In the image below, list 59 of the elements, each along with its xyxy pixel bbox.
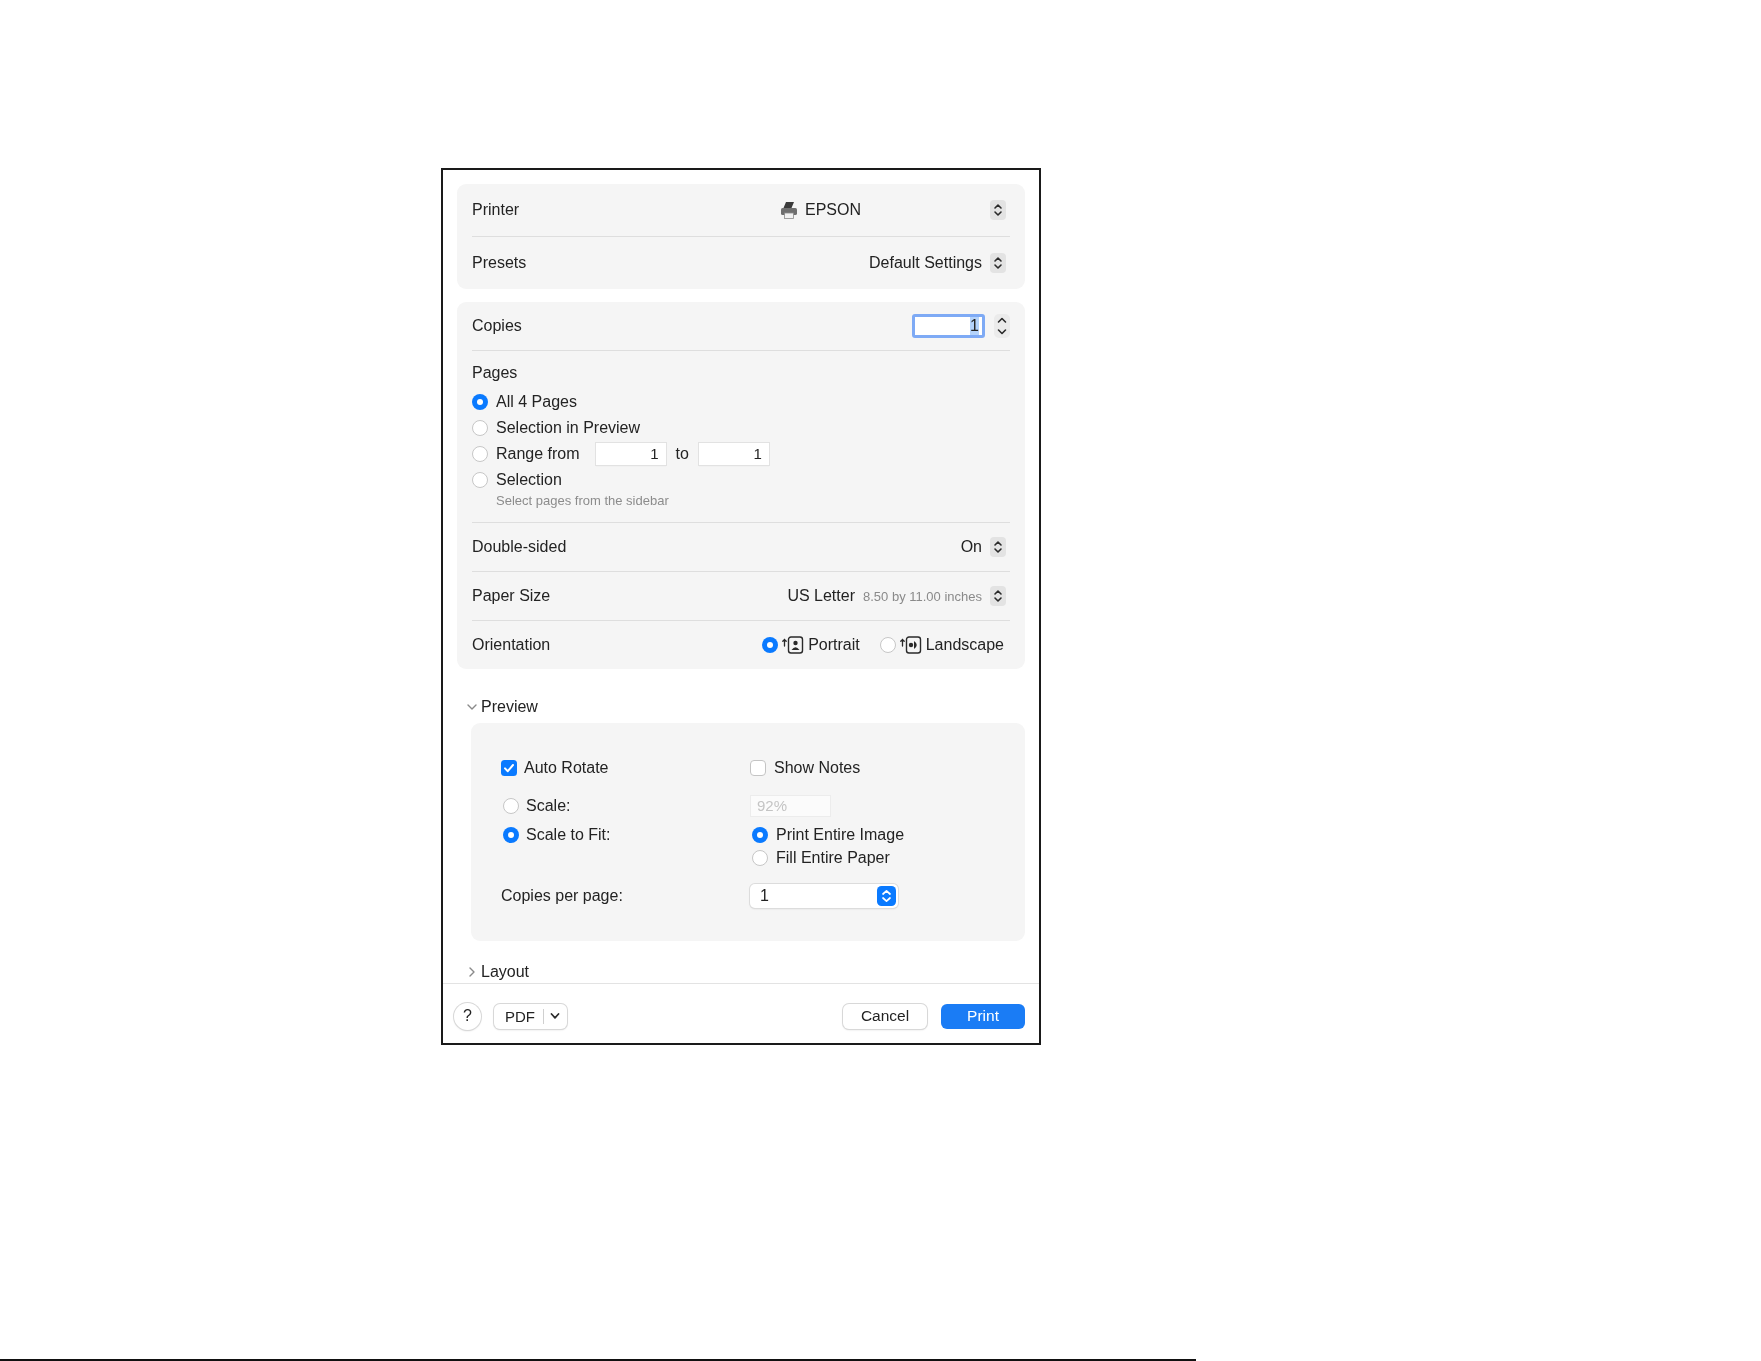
checkbox[interactable] xyxy=(750,760,766,776)
radio-label: Landscape xyxy=(925,636,1004,654)
print-button[interactable]: Print xyxy=(941,1003,1025,1029)
hint-text: Select pages from the sidebar xyxy=(496,493,669,508)
up-down-chevron-icon xyxy=(877,886,896,906)
copies-field[interactable]: 1 xyxy=(912,314,985,338)
radio-label: Portrait xyxy=(808,636,860,654)
paper-size-label: Paper Size xyxy=(472,587,551,605)
copies-per-page-label: Copies per page: xyxy=(501,887,623,905)
cancel-button[interactable]: Cancel xyxy=(843,1003,927,1029)
double-sided-popup[interactable]: On xyxy=(960,537,1006,557)
portrait-orientation-icon xyxy=(782,636,805,654)
range-from-field[interactable]: 1 xyxy=(595,443,666,465)
presets-label: Presets xyxy=(472,254,527,272)
radio-label: Scale to Fit: xyxy=(526,826,611,844)
checkbox[interactable] xyxy=(501,760,517,776)
copies-per-page-popup[interactable]: 1 xyxy=(750,884,898,908)
pdf-menu-button[interactable]: PDF xyxy=(494,1003,567,1029)
up-down-chevron-icon xyxy=(990,537,1006,557)
range-to-field[interactable]: 1 xyxy=(698,443,769,465)
radio-label: Selection in Preview xyxy=(496,419,641,437)
pages-label: Pages xyxy=(472,364,518,381)
up-down-chevron-icon xyxy=(997,317,1007,335)
radio-label: Print Entire Image xyxy=(776,826,905,844)
radio-button[interactable] xyxy=(472,472,488,488)
up-down-chevron-icon xyxy=(990,200,1006,220)
caret-icon xyxy=(550,1012,560,1020)
presets-popup[interactable]: Default Settings xyxy=(869,253,1006,273)
radio-button[interactable] xyxy=(472,420,488,436)
radio-label: All 4 Pages xyxy=(496,393,577,411)
help-button[interactable]: ? xyxy=(454,1002,481,1030)
printer-icon xyxy=(780,201,798,219)
landscape-orientation-icon xyxy=(899,636,922,654)
radio-button[interactable] xyxy=(472,394,488,410)
checkbox-label: Auto Rotate xyxy=(524,759,609,777)
radio-button[interactable] xyxy=(503,827,519,843)
layout-disclosure[interactable]: Layout xyxy=(467,962,530,982)
paper-dimensions: 8.50 by 11.00 inches xyxy=(863,588,982,604)
radio-button[interactable] xyxy=(879,637,896,653)
printer-popup[interactable]: EPSON xyxy=(780,200,1006,220)
checkbox-label: Show Notes xyxy=(774,759,861,777)
paper-size-popup[interactable]: US Letter 8.50 by 11.00 inches xyxy=(787,586,1006,606)
up-down-chevron-icon xyxy=(990,253,1006,273)
up-down-chevron-icon xyxy=(990,586,1006,606)
radio-button[interactable] xyxy=(752,827,768,843)
radio-label: Fill Entire Paper xyxy=(776,849,890,867)
copies-label: Copies xyxy=(472,317,522,335)
double-sided-label: Double-sided xyxy=(472,538,567,556)
range-to-label: to xyxy=(675,445,689,463)
preview-disclosure[interactable]: Preview xyxy=(467,697,538,717)
radio-button[interactable] xyxy=(472,446,488,462)
radio-button[interactable] xyxy=(762,637,779,653)
radio-button[interactable] xyxy=(752,850,768,866)
radio-label: Scale: xyxy=(526,797,571,815)
radio-label: Range from xyxy=(496,445,580,463)
orientation-label: Orientation xyxy=(472,636,551,654)
copies-stepper[interactable] xyxy=(994,314,1010,338)
radio-label: Selection xyxy=(496,471,562,489)
printer-label: Printer xyxy=(472,201,520,219)
